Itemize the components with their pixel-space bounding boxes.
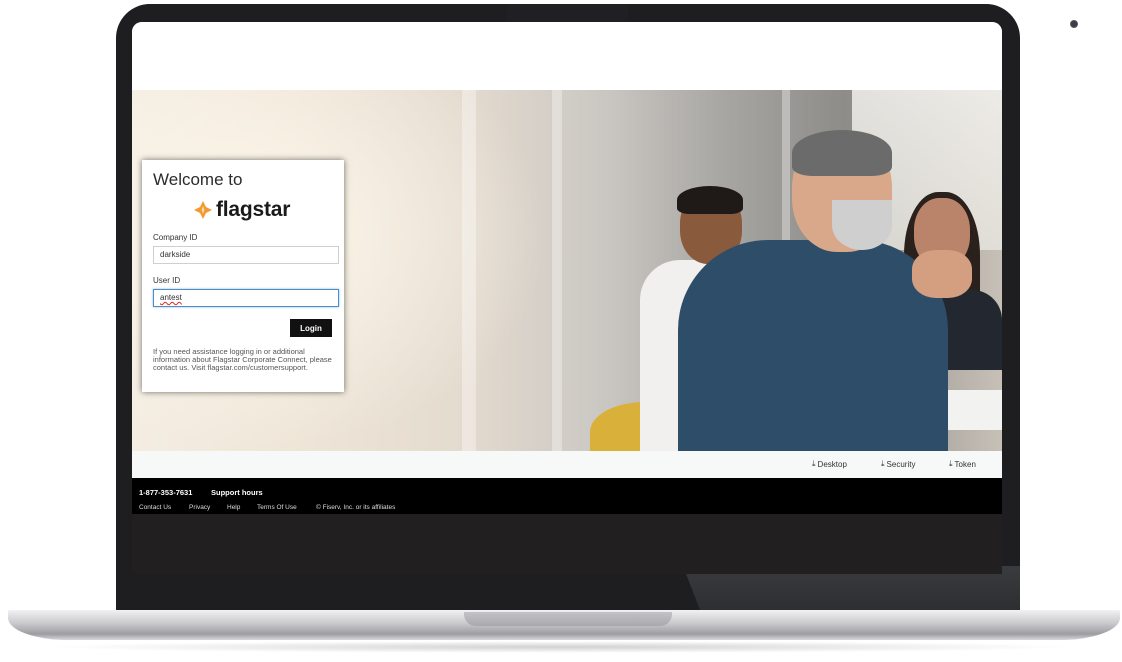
footer-link-privacy[interactable]: Privacy (189, 504, 210, 511)
downloads-bar: ⤓ Desktop ⤓ Security ⤓ Token (132, 451, 1002, 478)
help-text: If you need assistance logging in or add… (153, 347, 332, 372)
welcome-heading: Welcome to (153, 170, 243, 189)
brand-name: flagstar (216, 198, 291, 221)
page-bottom (132, 514, 1002, 574)
copyright: © Fiserv, Inc. or its affiliates (316, 504, 396, 511)
laptop-screen: Welcome to flagstar Company ID darkside … (132, 22, 1002, 574)
page-header (132, 22, 1002, 90)
download-desktop-link[interactable]: ⤓ Desktop (812, 459, 847, 469)
footer-link-help[interactable]: Help (227, 504, 240, 511)
footer-link-terms[interactable]: Terms Of Use (257, 504, 297, 511)
download-icon: ⤓ (949, 459, 953, 468)
hero-image: Welcome to flagstar Company ID darkside … (132, 90, 1002, 451)
flagstar-logo: flagstar (194, 198, 290, 222)
webcam-icon (1070, 20, 1078, 28)
footer: 1-877-353-7631 Support hours Contact Us … (132, 478, 1002, 514)
login-card: Welcome to flagstar Company ID darkside … (142, 160, 344, 392)
download-token-link[interactable]: ⤓ Token (949, 459, 976, 469)
download-icon: ⤓ (881, 459, 885, 468)
company-id-field[interactable]: darkside (153, 246, 339, 264)
login-button[interactable]: Login (290, 319, 332, 337)
photo-person (678, 240, 948, 451)
user-id-label: User ID (153, 276, 181, 285)
user-id-value: antest (160, 293, 182, 302)
support-phone[interactable]: 1-877-353-7631 (139, 488, 192, 497)
company-id-label: Company ID (153, 233, 198, 242)
user-id-field[interactable]: antest (153, 289, 339, 307)
flagstar-star-icon (194, 201, 212, 219)
footer-link-contact-us[interactable]: Contact Us (139, 504, 171, 511)
support-hours-link[interactable]: Support hours (211, 488, 263, 497)
download-security-link[interactable]: ⤓ Security (881, 459, 915, 469)
laptop-opening-notch (464, 612, 672, 626)
download-icon: ⤓ (812, 459, 816, 468)
